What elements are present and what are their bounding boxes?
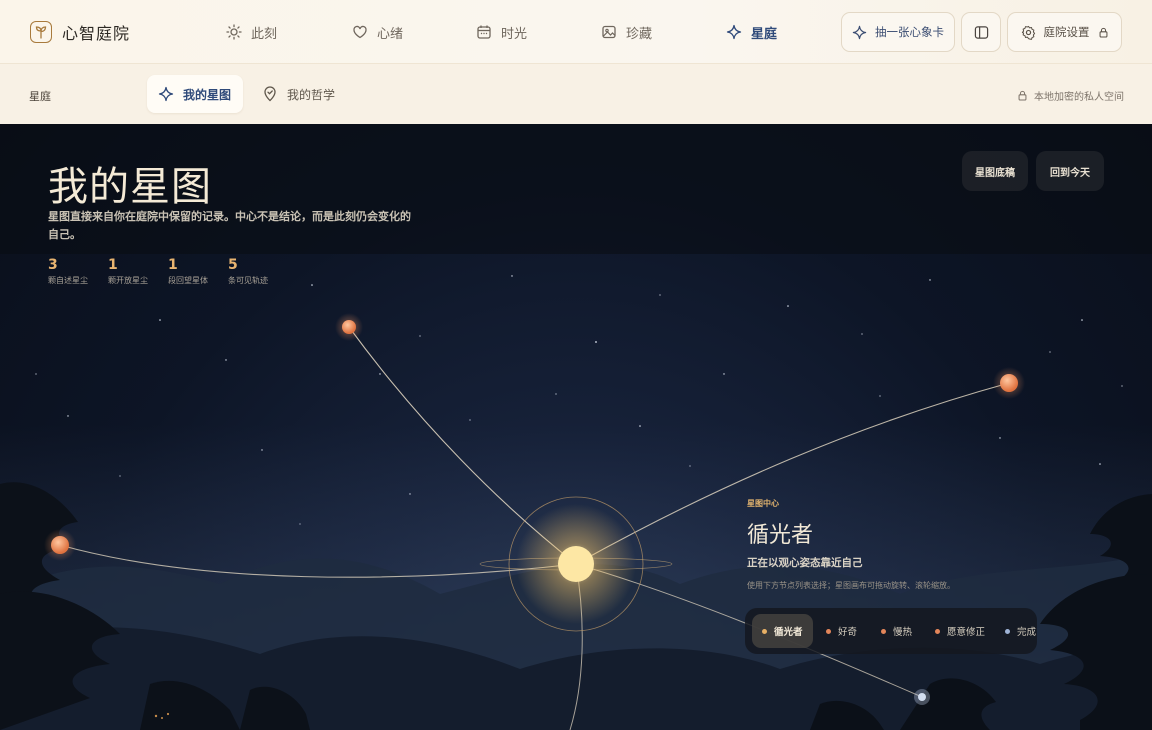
star-map-draft-button[interactable]: 星图底稿 [962,151,1028,191]
settings-label: 庭院设置 [1043,25,1090,39]
sparkle-icon [158,86,174,102]
stat-label: 段回望星体 [168,276,208,285]
center-star-node[interactable] [558,546,594,582]
sun-icon [226,24,242,40]
nav-item-time[interactable]: 时光 [476,22,527,42]
stat-value: 1 [168,257,178,273]
stat-item: 1 颗开放星尘 [108,257,148,286]
center-title: 循光者 [747,523,814,548]
stat-label: 颗自述星尘 [48,276,88,285]
stats-row: 3 颗自述星尘 1 颗开放星尘 1 段回望星体 5 条可见轨迹 [48,257,268,286]
section-title: 星庭 [29,90,51,103]
stat-label: 条可见轨迹 [228,276,268,285]
lock-icon [1018,90,1027,101]
tab-label: 我的星图 [183,87,232,102]
nav-item-star-court[interactable]: 星庭 [726,22,777,42]
sidebar-icon [974,25,988,39]
tab-my-philosophy[interactable]: 我的哲学 [251,75,346,113]
stat-item: 5 条可见轨迹 [228,257,268,286]
app-title: 心智庭院 [62,24,131,43]
stat-item: 3 颗自述星尘 [48,257,88,286]
privacy-label: 本地加密的私人空间 [1034,92,1124,103]
center-info-panel: 星图中心 循光者 正在以观心姿态靠近自己 使用下方节点列表选择；星图画布可拖动旋… [747,498,955,591]
node-chip[interactable]: 好奇 [816,614,867,648]
chip-dot [1005,628,1010,634]
stat-label: 颗开放星尘 [108,276,148,285]
node-chip[interactable]: 完成 [995,614,1037,648]
chip-label: 完成 [1017,627,1037,638]
nav-label: 珍藏 [626,26,653,42]
sparkle-icon [852,25,867,39]
stat-value: 5 [228,257,238,273]
center-hint: 使用下方节点列表选择；星图画布可拖动旋转、滚轮缩放。 [747,581,955,590]
tab-label: 我的哲学 [287,87,336,102]
sparkle-icon [726,24,742,40]
draw-card-button[interactable]: 抽一张心象卡 [841,12,955,52]
tab-my-star-map[interactable]: 我的星图 [147,75,243,113]
star-node-curious[interactable] [342,320,356,334]
brand[interactable]: 心智庭院 [30,20,130,44]
chip-dot [762,628,767,634]
star-node-complete[interactable] [918,693,926,701]
nav-label: 星庭 [751,26,778,42]
page-title: 我的星图 [48,164,212,210]
nav-label: 心绪 [377,26,404,42]
settings-button[interactable]: 庭院设置 [1007,12,1122,52]
star-node-slow-warm[interactable] [1000,374,1018,392]
node-chip-list[interactable]: 循光者 好奇 慢热 愿意修正 完成 [745,608,1037,654]
privacy-note: 本地加密的私人空间 [1017,88,1124,103]
chip-dot [826,628,831,634]
chip-label: 慢热 [893,627,913,638]
nav-label: 此刻 [251,26,278,42]
chip-label: 好奇 [838,627,858,638]
image-icon [602,25,616,39]
stat-value: 3 [48,257,58,273]
map-pin-icon [264,86,276,102]
lock-icon [1099,27,1107,37]
star-node-willing-to-correct[interactable] [51,536,69,554]
nav-label: 时光 [501,26,528,42]
stat-value: 1 [108,257,118,273]
sidebar-toggle-button[interactable] [961,12,1001,52]
nav-item-collection[interactable]: 珍藏 [601,22,652,42]
stat-item: 1 段回望星体 [168,257,208,286]
node-chip[interactable]: 愿意修正 [925,614,995,648]
node-chip[interactable]: 慢热 [871,614,922,648]
sprout-logo-icon [30,21,52,43]
center-tag: 星图中心 [747,499,779,508]
node-chip[interactable]: 循光者 [752,614,813,648]
nav-item-mood[interactable]: 心绪 [352,22,403,42]
page-description: 星图直接来自你在庭院中保留的记录。中心不是结论，而是此刻仍会变化的自己。 [48,210,411,241]
center-subtitle: 正在以观心姿态靠近自己 [747,557,863,569]
nav-item-now[interactable]: 此刻 [226,22,277,42]
star-map-canvas[interactable]: 我的星图 星图直接来自你在庭院中保留的记录。中心不是结论，而是此刻仍会变化的自己… [0,124,1152,730]
chip-dot [935,628,940,634]
back-to-today-button[interactable]: 回到今天 [1036,151,1104,191]
chip-dot [881,628,886,634]
gear-icon [1021,25,1035,40]
heart-icon [353,25,367,39]
chip-label: 循光者 [774,627,803,638]
draw-card-label: 抽一张心象卡 [875,25,944,39]
calendar-icon [477,25,491,39]
chip-label: 愿意修正 [947,627,986,638]
